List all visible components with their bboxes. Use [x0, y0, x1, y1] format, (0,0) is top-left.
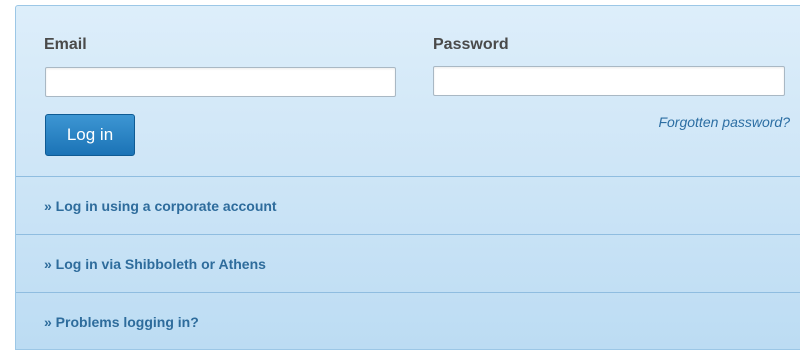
password-field[interactable] — [433, 66, 785, 96]
login-panel: Email Password Log in Forgotten password… — [15, 5, 800, 350]
corporate-login-row[interactable]: » Log in using a corporate account — [16, 177, 800, 235]
problems-login-row[interactable]: » Problems logging in? — [16, 293, 800, 349]
forgotten-password-link[interactable]: Forgotten password? — [658, 114, 790, 130]
email-field[interactable] — [45, 67, 396, 97]
login-button[interactable]: Log in — [45, 114, 135, 156]
problems-login-link[interactable]: » Problems logging in? — [44, 314, 199, 330]
corporate-login-link[interactable]: » Log in using a corporate account — [44, 198, 277, 214]
password-label: Password — [433, 36, 509, 53]
shibboleth-login-row[interactable]: » Log in via Shibboleth or Athens — [16, 235, 800, 293]
shibboleth-login-link[interactable]: » Log in via Shibboleth or Athens — [44, 256, 266, 272]
login-form: Email Password Log in Forgotten password… — [16, 6, 800, 177]
email-label: Email — [44, 36, 87, 53]
